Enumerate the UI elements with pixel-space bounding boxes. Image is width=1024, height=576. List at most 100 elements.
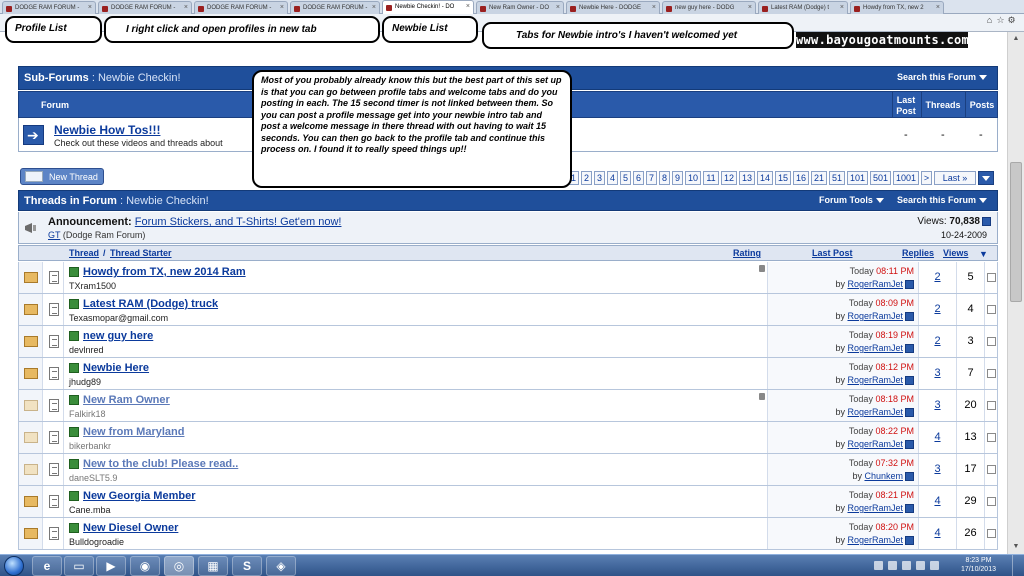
system-clock[interactable]: 8:23 PM 17/10/2013 [961,556,996,574]
subforum-link[interactable]: Newbie How Tos!!! [54,123,160,137]
media-player-icon[interactable]: ▶ [96,556,126,576]
replies-count[interactable]: 4 [919,422,957,453]
home-icon[interactable]: ⌂ [984,15,995,25]
network-icon[interactable]: ▦ [198,556,228,576]
replies-count[interactable]: 3 [919,358,957,389]
thread-starter[interactable]: Bulldogroadie [69,537,124,547]
go-to-post-icon[interactable] [905,312,914,322]
page-link[interactable]: 21 [811,171,827,185]
user-link[interactable]: Chunkem [864,471,903,481]
thread-title-link[interactable]: New Diesel Owner [83,522,178,534]
page-scrollbar[interactable]: ▲ ▼ [1007,32,1024,554]
go-to-post-icon[interactable] [905,504,914,514]
user-link[interactable]: RogerRamJet [847,407,903,417]
select-checkbox[interactable] [987,273,996,282]
select-checkbox[interactable] [987,305,996,314]
close-icon[interactable]: × [936,4,940,11]
page-link[interactable]: 9 [672,171,683,185]
table-row[interactable]: new guy here devlnred Today 08:19 PM by … [18,326,998,358]
app-icon[interactable]: ◈ [266,556,296,576]
thread-title-link[interactable]: New to the club! Please read.. [83,458,238,470]
announcement-author-link[interactable]: GT [48,230,60,240]
go-to-post-icon[interactable] [905,376,914,386]
table-row[interactable]: Latest RAM (Dodge) truck Texasmopar@gmai… [18,294,998,326]
thread-starter[interactable]: Cane.mba [69,505,111,515]
go-to-post-icon[interactable] [905,536,914,546]
next-page-link[interactable]: > [921,171,932,185]
page-link[interactable]: 15 [775,171,791,185]
close-icon[interactable]: × [372,4,376,11]
page-link[interactable]: 14 [757,171,773,185]
user-link[interactable]: RogerRamJet [847,439,903,449]
page-link[interactable]: 501 [870,171,891,185]
sort-last-post[interactable]: Last Post [812,248,853,258]
tray-icon[interactable] [888,561,897,570]
scroll-down-icon[interactable]: ▼ [1008,540,1024,554]
sort-replies[interactable]: Replies [902,248,934,258]
table-row[interactable]: New to the club! Please read.. daneSLT5.… [18,454,998,486]
sponsor-banner[interactable]: www.bayougoatmounts.com [796,32,969,48]
replies-count[interactable]: 2 [919,294,957,325]
star-icon[interactable]: ☆ [995,15,1006,26]
go-to-post-icon[interactable] [905,344,914,354]
browser-tab[interactable]: New Ram Owner - DO × [476,1,564,14]
browser-tab[interactable]: Howdy from TX, new 2 × [850,1,944,14]
thread-title-link[interactable]: new guy here [83,330,153,342]
show-desktop-button[interactable] [1012,555,1024,576]
select-checkbox[interactable] [987,369,996,378]
folder-icon[interactable]: ▭ [64,556,94,576]
user-link[interactable]: RogerRamJet [847,311,903,321]
scroll-up-icon[interactable]: ▲ [1008,32,1024,46]
go-to-post-icon[interactable] [982,216,991,226]
page-link[interactable]: 1001 [893,171,919,185]
new-thread-button[interactable]: New Thread [20,168,104,185]
page-link[interactable]: 11 [703,171,719,185]
thread-starter[interactable]: daneSLT5.9 [69,473,117,483]
thread-title-link[interactable]: Latest RAM (Dodge) truck [83,298,218,310]
close-icon[interactable]: × [280,4,284,11]
page-link[interactable]: 101 [847,171,868,185]
select-checkbox[interactable] [987,529,996,538]
browser-tab[interactable]: DODGE RAM FORUM - × [194,1,288,14]
table-row[interactable]: Howdy from TX, new 2014 Ram TXram1500 To… [18,262,998,294]
thread-title-link[interactable]: Howdy from TX, new 2014 Ram [83,266,246,278]
app-icon[interactable]: ◉ [130,556,160,576]
page-link[interactable]: 7 [646,171,657,185]
browser-tab[interactable]: DODGE RAM FORUM - × [2,1,96,14]
replies-count[interactable]: 2 [919,262,957,293]
page-link[interactable]: 3 [594,171,605,185]
close-icon[interactable]: × [556,4,560,11]
sort-views[interactable]: Views [943,248,968,258]
select-checkbox[interactable] [987,465,996,474]
user-link[interactable]: RogerRamJet [847,503,903,513]
chrome-icon[interactable]: ◎ [164,556,194,576]
thread-starter[interactable]: TXram1500 [69,281,116,291]
table-row[interactable]: New Diesel Owner Bulldogroadie Today 08:… [18,518,998,550]
close-icon[interactable]: × [652,4,656,11]
tray-icon[interactable] [874,561,883,570]
thread-title-link[interactable]: New from Maryland [83,426,184,438]
replies-count[interactable]: 2 [919,326,957,357]
forum-tools-button[interactable]: Forum Tools [819,195,884,209]
tray-icon[interactable] [916,561,925,570]
page-link[interactable]: 10 [685,171,701,185]
thread-starter[interactable]: bikerbankr [69,441,111,451]
go-to-post-icon[interactable] [905,440,914,450]
go-to-post-icon[interactable] [905,408,914,418]
replies-count[interactable]: 4 [919,486,957,517]
search-forum-button[interactable]: Search this Forum [897,195,988,209]
thread-title-link[interactable]: New Ram Owner [83,394,170,406]
user-link[interactable]: RogerRamJet [847,343,903,353]
page-link[interactable]: 2 [581,171,592,185]
user-link[interactable]: RogerRamJet [847,375,903,385]
browser-tab-active[interactable]: Newbie Checkin! - DO × [382,0,474,14]
browser-tab[interactable]: new guy here - DODG × [662,1,756,14]
sort-thread-starter[interactable]: Thread Starter [110,248,172,258]
thread-title-link[interactable]: Newbie Here [83,362,149,374]
page-link[interactable]: 16 [793,171,809,185]
skype-icon[interactable]: S [232,556,262,576]
gear-icon[interactable]: ⚙ [1006,15,1017,26]
last-page-link[interactable]: Last » [934,171,976,185]
user-link[interactable]: RogerRamJet [847,535,903,545]
browser-tab[interactable]: DODGE RAM FORUM - × [290,1,380,14]
